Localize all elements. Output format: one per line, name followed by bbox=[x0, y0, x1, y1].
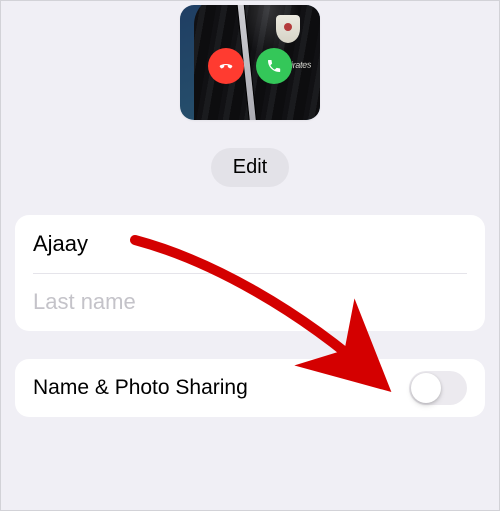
phone-icon bbox=[266, 58, 282, 74]
name-section: Ajaay Last name bbox=[15, 215, 485, 331]
name-photo-sharing-toggle[interactable] bbox=[409, 371, 467, 405]
phone-down-icon bbox=[218, 58, 234, 74]
contact-poster-preview[interactable]: Emirates bbox=[180, 5, 320, 120]
first-name-field[interactable]: Ajaay bbox=[33, 231, 467, 257]
sharing-section: Name & Photo Sharing bbox=[15, 359, 485, 417]
toggle-knob bbox=[411, 373, 441, 403]
accept-call-button bbox=[256, 48, 292, 84]
sharing-label: Name & Photo Sharing bbox=[33, 376, 409, 400]
last-name-field[interactable]: Last name bbox=[33, 289, 467, 315]
edit-button[interactable]: Edit bbox=[211, 148, 289, 187]
decline-call-button bbox=[208, 48, 244, 84]
